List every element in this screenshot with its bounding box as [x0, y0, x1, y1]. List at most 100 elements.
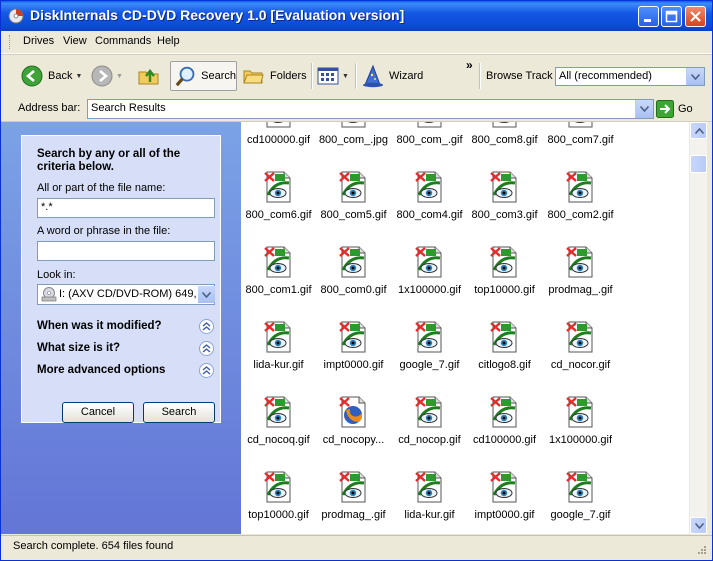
- scroll-up-button[interactable]: [690, 122, 707, 139]
- file-name: 800_com1.gif: [245, 284, 312, 296]
- minimize-button[interactable]: [638, 6, 659, 27]
- maximize-button[interactable]: [661, 6, 682, 27]
- file-item[interactable]: 800_com5.gif: [316, 171, 391, 246]
- file-item[interactable]: impt0000.gif: [467, 471, 542, 534]
- file-item[interactable]: citlogo8.gif: [467, 321, 542, 396]
- back-dropdown-icon[interactable]: ▼: [75, 73, 82, 80]
- file-item[interactable]: 800_com0.gif: [316, 246, 391, 321]
- menu-bar: Drives View Commands Help: [1, 31, 712, 54]
- search-toolbar-button[interactable]: Search: [170, 61, 237, 91]
- lookin-dropdown-button[interactable]: [198, 286, 215, 303]
- menu-view[interactable]: View: [63, 35, 87, 47]
- menu-drives[interactable]: Drives: [23, 35, 54, 47]
- forward-button[interactable]: ▼: [91, 61, 123, 91]
- file-name: 800_com0.gif: [320, 284, 387, 296]
- close-button[interactable]: [685, 6, 706, 27]
- search-button[interactable]: Search: [143, 402, 215, 423]
- file-item[interactable]: 1x100000.gif: [392, 246, 467, 321]
- wizard-button[interactable]: Wizard: [361, 61, 423, 91]
- file-item[interactable]: 800_com_.gif: [392, 122, 467, 171]
- vertical-scrollbar[interactable]: [689, 122, 707, 534]
- size-expand-button[interactable]: [199, 341, 214, 356]
- modified-expand-button[interactable]: [199, 319, 214, 334]
- size-option[interactable]: What size is it?: [37, 342, 120, 354]
- file-item[interactable]: lida-kur.gif: [392, 471, 467, 534]
- filename-input[interactable]: *.*: [37, 198, 215, 218]
- file-name: 800_com6.gif: [245, 209, 312, 221]
- file-item[interactable]: 1x100000.gif: [543, 396, 618, 471]
- close-icon: [690, 11, 701, 22]
- file-item[interactable]: 800_com_.jpg: [316, 122, 391, 171]
- file-item[interactable]: impt0000.gif: [316, 321, 391, 396]
- file-item[interactable]: google_7.gif: [392, 321, 467, 396]
- file-item[interactable]: prodmag_.gif: [543, 246, 618, 321]
- file-name: cd_nocoq.gif: [247, 434, 310, 446]
- address-dropdown-button[interactable]: [635, 100, 653, 118]
- file-item[interactable]: top10000.gif: [467, 246, 542, 321]
- address-input[interactable]: Search Results: [87, 99, 654, 119]
- file-item[interactable]: lida-kur.gif: [241, 321, 316, 396]
- file-item[interactable]: google_7.gif: [543, 471, 618, 534]
- file-item[interactable]: 800_com2.gif: [543, 171, 618, 246]
- lookin-select[interactable]: I: (AXV CD/DVD-ROM) 649,...: [37, 284, 215, 305]
- lookin-value: I: (AXV CD/DVD-ROM) 649,...: [59, 288, 196, 300]
- file-item[interactable]: 800_com3.gif: [467, 171, 542, 246]
- phrase-label: A word or phrase in the file:: [37, 225, 171, 237]
- maximize-icon: [665, 10, 678, 23]
- forward-arrow-icon: [91, 65, 113, 87]
- deleted-gif-file-icon: [414, 321, 446, 353]
- file-name: cd_nocor.gif: [550, 359, 611, 371]
- file-item[interactable]: prodmag_.gif: [316, 471, 391, 534]
- browse-track-dropdown-button[interactable]: [686, 68, 704, 85]
- views-button[interactable]: ▼: [317, 61, 349, 91]
- go-button[interactable]: Go: [656, 100, 693, 118]
- file-item[interactable]: cd_nocop.gif: [392, 396, 467, 471]
- scroll-down-button[interactable]: [690, 517, 707, 534]
- deleted-gif-file-icon: [414, 396, 446, 428]
- file-item[interactable]: 800_com1.gif: [241, 246, 316, 321]
- back-button[interactable]: Back ▼: [21, 61, 82, 91]
- title-bar[interactable]: DiskInternals CD-DVD Recovery 1.0 [Evalu…: [1, 1, 712, 31]
- advanced-expand-button[interactable]: [199, 363, 214, 378]
- double-chevron-up-icon: [202, 344, 211, 353]
- file-name: 800_com3.gif: [471, 209, 538, 221]
- file-item[interactable]: 800_com4.gif: [392, 171, 467, 246]
- deleted-gif-file-icon: [338, 471, 370, 503]
- folders-button[interactable]: Folders: [243, 61, 307, 91]
- toolbar-separator: [479, 63, 481, 89]
- file-item[interactable]: cd_nocopy...: [316, 396, 391, 471]
- file-item[interactable]: cd_nocor.gif: [543, 321, 618, 396]
- file-item[interactable]: cd_nocoq.gif: [241, 396, 316, 471]
- advanced-option[interactable]: More advanced options: [37, 364, 165, 376]
- menu-commands[interactable]: Commands: [95, 35, 151, 47]
- browse-track-select[interactable]: All (recommended): [555, 67, 705, 86]
- scroll-thumb[interactable]: [690, 155, 707, 173]
- file-name: citlogo8.gif: [478, 359, 531, 371]
- chevron-down-icon: [202, 292, 211, 298]
- views-dropdown-icon[interactable]: ▼: [342, 73, 349, 80]
- deleted-gif-file-icon: [338, 321, 370, 353]
- phrase-input[interactable]: [37, 241, 215, 261]
- modified-option[interactable]: When was it modified?: [37, 320, 162, 332]
- file-item[interactable]: top10000.gif: [241, 471, 316, 534]
- chevron-down-icon: [695, 523, 704, 529]
- file-name: 1x100000.gif: [549, 434, 612, 446]
- file-item[interactable]: 800_com8.gif: [467, 122, 542, 171]
- address-bar: Address bar: Search Results Go: [1, 97, 712, 122]
- file-item[interactable]: 800_com7.gif: [543, 122, 618, 171]
- up-folder-button[interactable]: [137, 61, 161, 91]
- deleted-gif-file-icon: [565, 122, 597, 128]
- file-name: prodmag_.gif: [321, 509, 386, 521]
- file-item[interactable]: 800_com6.gif: [241, 171, 316, 246]
- file-item[interactable]: cd100000.gif: [467, 396, 542, 471]
- toolbar-overflow-chevron[interactable]: »: [466, 58, 473, 72]
- browse-track-label: Browse Track: [486, 70, 553, 82]
- file-name: 800_com7.gif: [547, 134, 614, 146]
- menu-help[interactable]: Help: [157, 35, 180, 47]
- cancel-button[interactable]: Cancel: [62, 402, 134, 423]
- deleted-gif-file-icon: [565, 321, 597, 353]
- resize-grip-icon[interactable]: [695, 545, 707, 557]
- forward-dropdown-icon[interactable]: ▼: [116, 73, 123, 80]
- file-item[interactable]: cd100000.gif: [241, 122, 316, 171]
- toolbar-separator: [311, 63, 313, 89]
